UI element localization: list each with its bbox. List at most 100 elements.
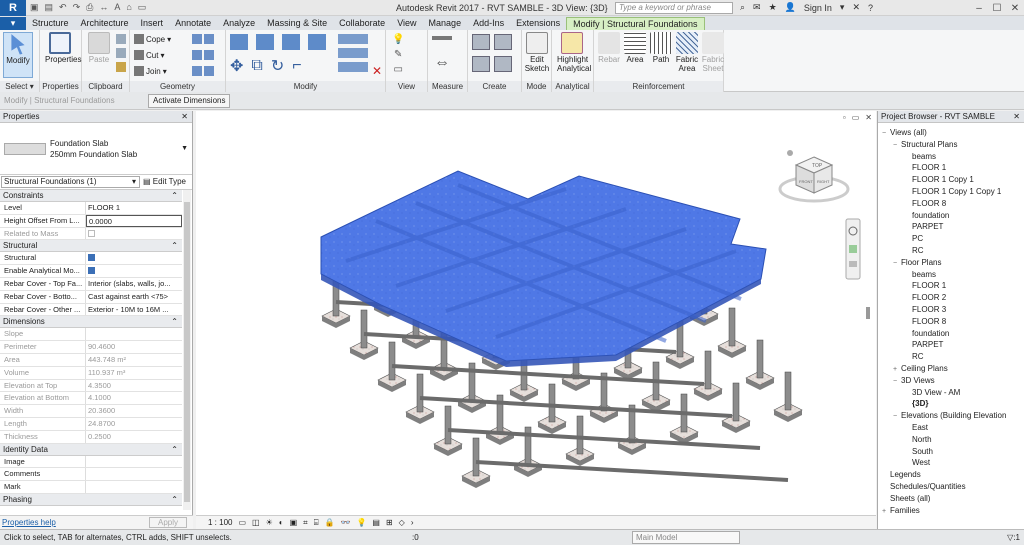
instance-filter-dropdown[interactable]: Structural Foundations (1) ▾ [1,176,140,188]
column[interactable] [472,437,480,477]
browser-item[interactable]: foundation [904,210,949,221]
browser-item[interactable]: 3D View - AM [904,387,960,398]
minimize-icon[interactable]: – [970,0,988,16]
property-group-header[interactable]: Structural ⌃ [0,240,182,253]
create-group-icon[interactable] [494,34,512,50]
browser-item[interactable]: − Elevations (Building Elevation [893,410,1006,422]
save-icon[interactable]: ▤ [45,2,54,13]
scrollbar-thumb[interactable] [184,202,190,502]
tab-annotate[interactable]: Annotate [169,17,217,30]
user-icon[interactable]: 👤 [785,2,796,13]
align-icon[interactable] [230,34,248,50]
tab-manage[interactable]: Manage [423,17,468,30]
tab-insert[interactable]: Insert [135,17,170,30]
browser-item[interactable]: FLOOR 1 Copy 1 Copy 1 [904,186,1001,197]
property-value[interactable]: Exterior - 10M to 16M ... [86,304,182,316]
browser-item[interactable]: South [904,446,933,457]
create-parts-icon[interactable] [472,34,490,50]
column[interactable] [444,405,452,445]
create-similar-icon[interactable] [494,56,512,72]
tab-file[interactable]: ▾ [0,17,26,30]
browser-item[interactable]: beams [904,151,936,162]
property-value[interactable] [86,481,182,493]
array-icon[interactable] [338,48,368,58]
restore-view-icon[interactable]: ▫ [843,113,846,122]
browser-item[interactable]: − Views (all) [882,127,927,139]
browser-item[interactable]: Schedules/Quantities [882,481,966,492]
property-group-header[interactable]: Identity Data ⌃ [0,443,182,456]
temp-hide-icon[interactable]: 👓 [340,518,350,527]
expand-toggle-icon[interactable]: − [882,128,890,139]
close-views-icon[interactable]: ▭ [138,2,147,13]
create-assembly-icon[interactable] [472,56,490,72]
property-value[interactable] [86,468,182,480]
apply-button[interactable]: Apply [149,517,187,528]
browser-item[interactable]: RC [904,351,924,362]
cut-clip-icon[interactable] [116,34,126,44]
property-value[interactable]: 0.0000 [86,214,182,227]
worksets-count[interactable]: :0 [412,533,419,542]
design-options-dropdown[interactable]: Main Model [632,531,740,544]
copy-icon[interactable]: ⧉ [251,57,262,75]
rotate-icon[interactable]: ↻ [271,56,284,76]
property-group-header[interactable]: Phasing ⌃ [0,493,182,506]
override-icon[interactable]: ✎ [394,49,402,60]
tab-add-ins[interactable]: Add-Ins [467,17,510,30]
zoom-icon[interactable] [849,245,857,253]
browser-item[interactable]: West [904,457,930,468]
tab-massing-site[interactable]: Massing & Site [261,17,333,30]
browser-item[interactable]: FLOOR 8 [904,316,946,327]
column[interactable] [756,339,764,379]
column[interactable] [732,382,740,422]
communication-icon[interactable]: ★ [769,2,777,13]
property-group-header[interactable]: Dimensions ⌃ [0,316,182,329]
temp-view-properties-icon[interactable]: ▤ [372,518,380,527]
column[interactable] [360,309,368,349]
tab-modify-structural-foundations[interactable]: Modify | Structural Foundations [566,17,705,30]
panel-label-view[interactable]: View [386,81,427,92]
lock-view-icon[interactable]: 🔒 [325,518,335,527]
browser-item[interactable]: FLOOR 8 [904,198,946,209]
property-value[interactable]: Cast against earth <75> [86,291,182,303]
highlight-displacement-icon[interactable]: ◇ [399,518,405,527]
geometry-tool-1-icon[interactable] [192,34,214,44]
browser-item[interactable]: PARPET [904,221,943,232]
open-icon[interactable]: ▣ [30,2,39,13]
browser-item[interactable]: − Floor Plans [893,257,941,269]
collapse-icon[interactable]: ⌃ [171,444,178,456]
chevron-down-icon[interactable]: ▼ [181,145,188,152]
browser-item[interactable]: beams [904,269,936,280]
tab-structure[interactable]: Structure [26,17,75,30]
panel-label-select[interactable]: Select ▾ [0,81,39,92]
analytical-model-icon[interactable]: ⊞ [386,518,393,527]
browser-item[interactable]: −3D Views [893,375,935,387]
subscription-icon[interactable]: ✉ [753,2,761,13]
browser-item[interactable]: Sheets (all) [882,493,930,504]
expand-toggle-icon[interactable]: − [893,376,901,387]
property-value[interactable] [86,456,182,468]
close-view-icon[interactable]: ✕ [865,113,872,122]
browser-item[interactable]: {3D} [904,398,928,409]
detail-level-icon[interactable]: ▭ [238,518,246,527]
canvas-scroll-thumb[interactable] [866,307,870,319]
browser-item[interactable]: FLOOR 1 Copy 1 [904,174,974,185]
search-icon[interactable]: ⌕ [740,2,745,13]
sun-path-icon[interactable]: ☀ [266,518,273,527]
property-value[interactable]: Interior (slabs, walls, jo... [86,278,182,290]
browser-item[interactable]: North [904,434,932,445]
measure-icon[interactable]: ↔ [99,2,108,13]
shadows-icon[interactable]: ◐ [279,518,284,527]
dropdown-icon[interactable]: ▾ [840,2,845,13]
lightbulb-icon[interactable]: 💡 [392,34,404,45]
viewcube[interactable]: TOP FRONT RIGHT [778,150,850,203]
property-checkbox[interactable] [88,267,95,275]
undo-icon[interactable]: ↶ [59,2,67,13]
move-icon[interactable]: ✥ [230,56,243,76]
browser-item[interactable]: PC [904,233,923,244]
tab-analyze[interactable]: Analyze [217,17,261,30]
property-value[interactable] [86,252,182,264]
offset-icon[interactable] [256,34,274,50]
trim-icon[interactable]: ⌐ [292,57,301,75]
column[interactable] [704,350,712,390]
browser-item[interactable]: + Ceiling Plans [893,363,948,375]
